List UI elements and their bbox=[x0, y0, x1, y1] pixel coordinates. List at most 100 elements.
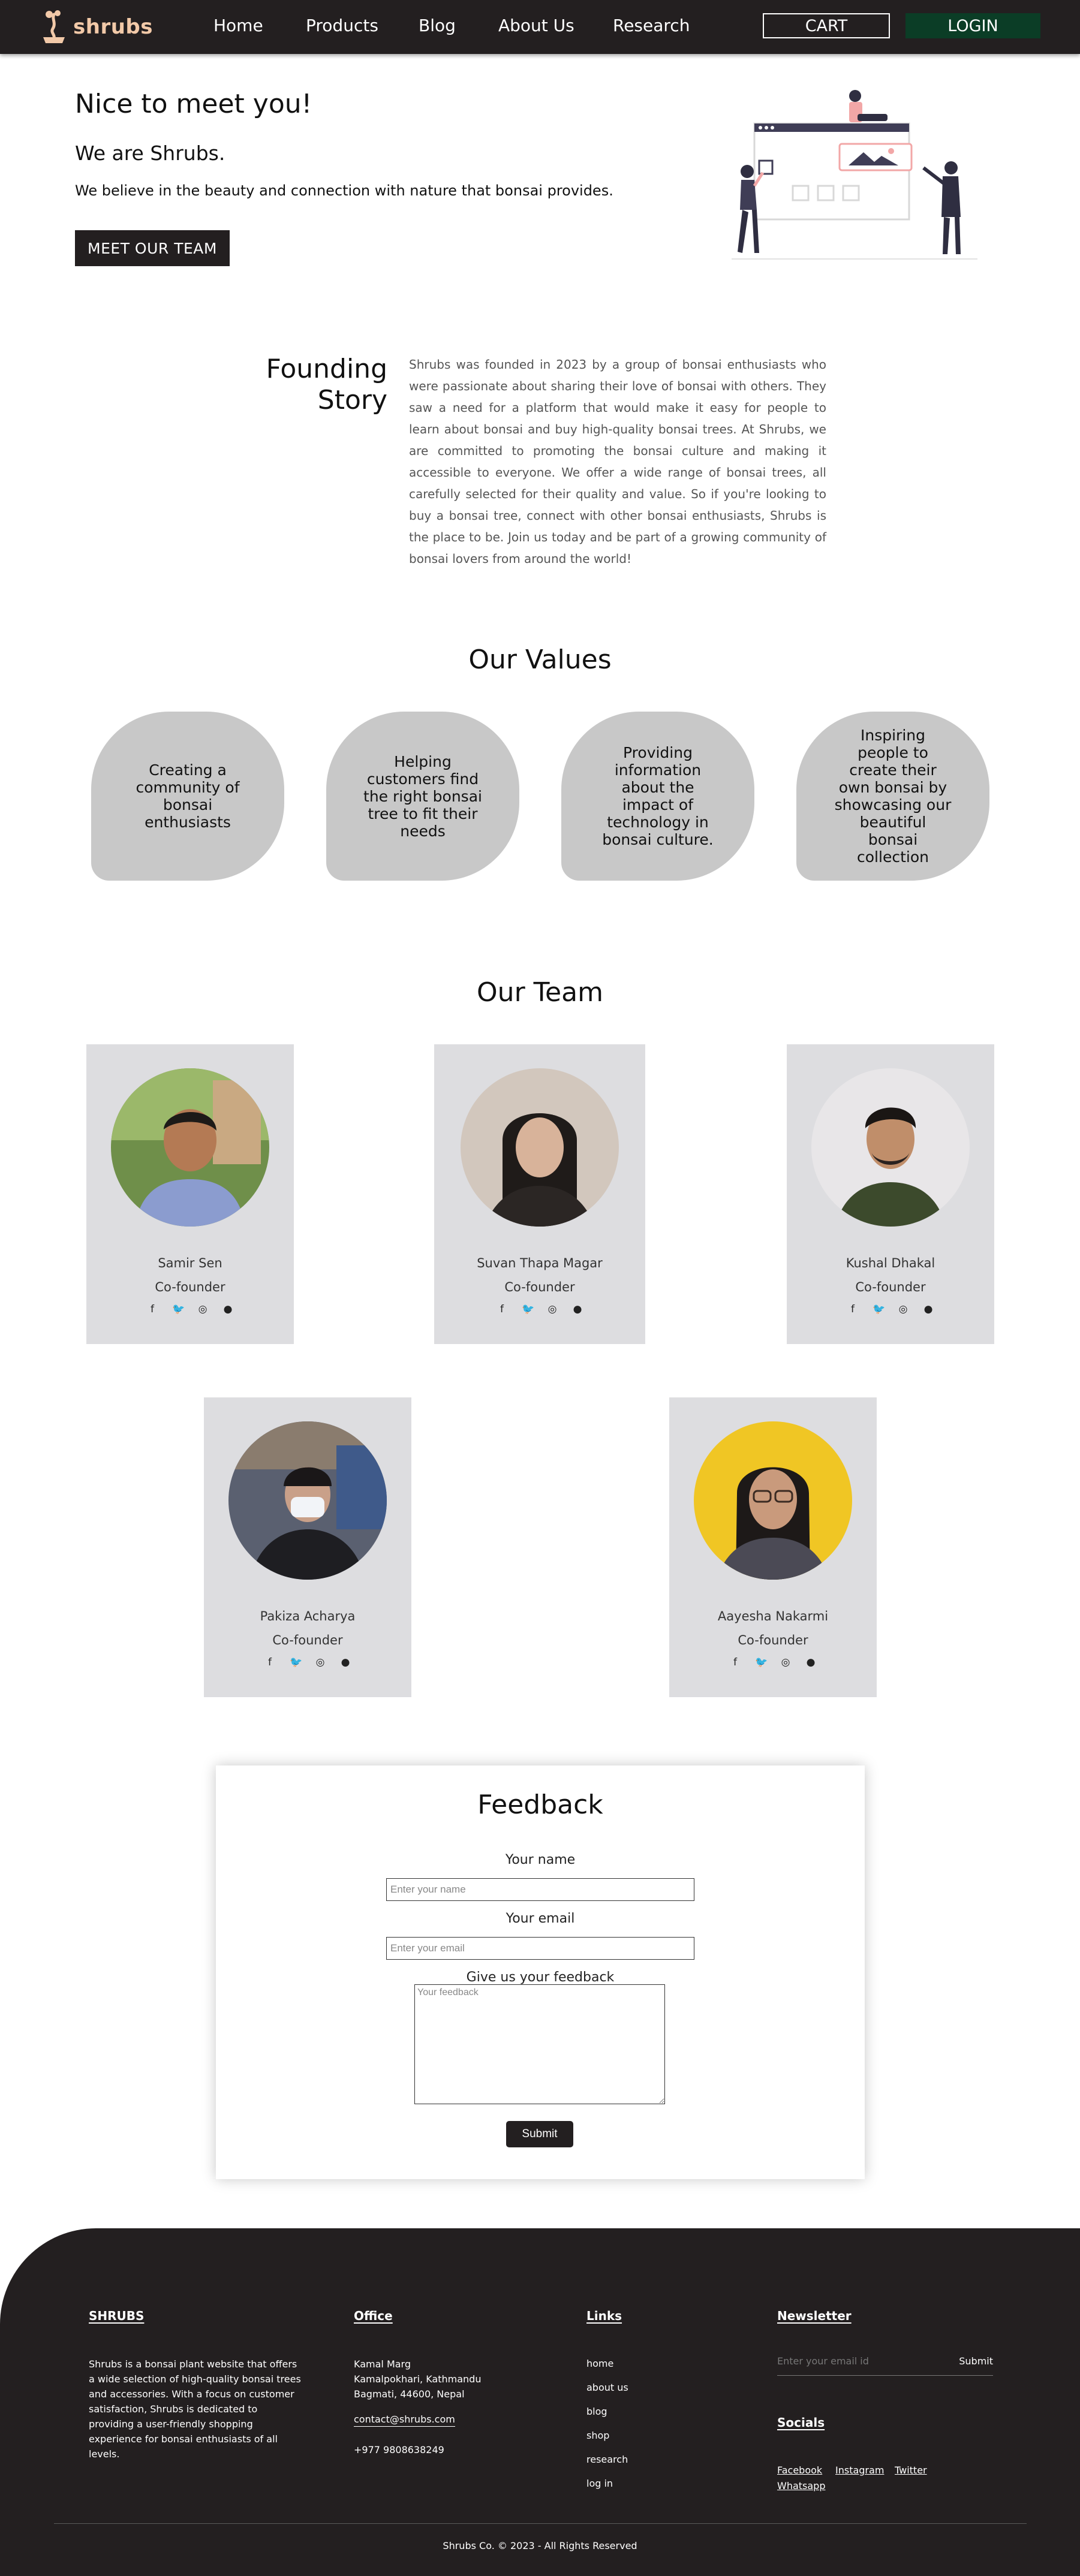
founding-story-text: Shrubs was founded in 2023 by a group of… bbox=[409, 357, 826, 566]
name-input[interactable] bbox=[386, 1878, 694, 1901]
team-card: Aayesha Nakarmi Co-founder f 🐦 ◎ ● bbox=[669, 1397, 877, 1697]
footer-brand-heading: SHRUBS bbox=[89, 2309, 145, 2323]
github-icon[interactable]: ● bbox=[923, 1303, 934, 1315]
member-role: Co-founder bbox=[504, 1280, 575, 1294]
facebook-icon[interactable]: f bbox=[497, 1303, 507, 1315]
member-name: Suvan Thapa Magar bbox=[477, 1256, 603, 1270]
footer-link-home[interactable]: home bbox=[586, 2358, 613, 2369]
team-card: Pakiza Acharya Co-founder f 🐦 ◎ ● bbox=[204, 1397, 411, 1697]
footer-social-whatsapp[interactable]: Whatsapp bbox=[777, 2480, 826, 2491]
member-name: Samir Sen bbox=[158, 1256, 222, 1270]
facebook-icon[interactable]: f bbox=[847, 1303, 858, 1315]
twitter-icon[interactable]: 🐦 bbox=[873, 1303, 885, 1315]
team-title: Our Team bbox=[477, 977, 603, 1008]
instagram-icon[interactable]: ◎ bbox=[547, 1303, 558, 1315]
value-card-inspiring: Inspiring people to create their own bon… bbox=[796, 712, 989, 881]
github-icon[interactable]: ● bbox=[222, 1303, 233, 1315]
login-button[interactable]: LOGIN bbox=[905, 13, 1040, 38]
brand-logo[interactable]: shrubs bbox=[38, 7, 153, 47]
feedback-textarea[interactable] bbox=[414, 1984, 665, 2104]
team-card: Suvan Thapa Magar Co-founder f 🐦 ◎ ● bbox=[434, 1044, 645, 1344]
avatar bbox=[811, 1068, 970, 1227]
github-icon[interactable]: ● bbox=[572, 1303, 583, 1315]
brand-name: shrubs bbox=[73, 15, 153, 39]
instagram-icon[interactable]: ◎ bbox=[780, 1656, 791, 1668]
newsletter-email-input[interactable]: Enter your email id bbox=[777, 2355, 869, 2367]
value-card-community: Creating a community of bonsai enthusias… bbox=[91, 712, 284, 881]
feedback-form: Feedback Your name Your email Give us yo… bbox=[216, 1765, 865, 2179]
nav-blog[interactable]: Blog bbox=[419, 16, 456, 35]
member-photo bbox=[461, 1068, 619, 1227]
instagram-icon[interactable]: ◎ bbox=[898, 1303, 908, 1315]
email-label: Your email bbox=[506, 1911, 575, 1926]
hero-title: Nice to meet you! bbox=[75, 89, 312, 119]
instagram-icon[interactable]: ◎ bbox=[315, 1656, 326, 1668]
member-role: Co-founder bbox=[738, 1633, 808, 1647]
github-icon[interactable]: ● bbox=[340, 1656, 351, 1668]
team-presentation-illustration bbox=[732, 90, 977, 260]
newsletter-form: Enter your email id Submit bbox=[777, 2355, 993, 2376]
member-photo bbox=[228, 1421, 387, 1580]
feedback-submit-button[interactable]: Submit bbox=[506, 2121, 573, 2147]
social-links: f 🐦 ◎ ● bbox=[86, 1303, 294, 1315]
footer-office-heading: Office bbox=[354, 2309, 393, 2323]
github-icon[interactable]: ● bbox=[805, 1656, 816, 1668]
team-card: Samir Sen Co-founder f 🐦 ◎ ● bbox=[86, 1044, 294, 1344]
footer-social-twitter[interactable]: Twitter bbox=[895, 2464, 927, 2476]
navbar: shrubs Home Products Blog About Us Resea… bbox=[0, 0, 1080, 54]
founding-story-title: Founding Story bbox=[266, 354, 387, 415]
facebook-icon[interactable]: f bbox=[730, 1656, 741, 1668]
member-role: Co-founder bbox=[855, 1280, 926, 1294]
member-photo bbox=[811, 1068, 970, 1227]
team-card: Kushal Dhakal Co-founder f 🐦 ◎ ● bbox=[787, 1044, 994, 1344]
twitter-icon[interactable]: 🐦 bbox=[522, 1303, 534, 1315]
member-role: Co-founder bbox=[272, 1633, 343, 1647]
social-links: f 🐦 ◎ ● bbox=[787, 1303, 994, 1315]
footer-address-line-2: Kamalpokhari, Kathmandu bbox=[354, 2373, 482, 2385]
feedback-label: Give us your feedback bbox=[466, 1970, 615, 1985]
footer-email-link[interactable]: contact@shrubs.com bbox=[354, 2413, 455, 2427]
footer-link-research[interactable]: research bbox=[586, 2454, 628, 2465]
feedback-title: Feedback bbox=[477, 1789, 603, 1820]
nav-research[interactable]: Research bbox=[613, 16, 690, 35]
avatar bbox=[694, 1421, 852, 1580]
footer-link-log-in[interactable]: log in bbox=[586, 2478, 613, 2489]
footer-link-blog[interactable]: blog bbox=[586, 2406, 607, 2417]
member-name: Pakiza Acharya bbox=[260, 1609, 356, 1623]
footer-newsletter-heading: Newsletter bbox=[777, 2309, 852, 2323]
footer-address-line-3: Bagmati, 44600, Nepal bbox=[354, 2388, 465, 2400]
footer: SHRUBS Shrubs is a bonsai plant website … bbox=[0, 2228, 1080, 2576]
facebook-icon[interactable]: f bbox=[264, 1656, 275, 1668]
footer-social-instagram[interactable]: Instagram bbox=[835, 2464, 884, 2476]
footer-link-about-us[interactable]: about us bbox=[586, 2382, 628, 2393]
copyright: Shrubs Co. © 2023 - All Rights Reserved bbox=[443, 2540, 637, 2551]
nav-home[interactable]: Home bbox=[213, 16, 263, 35]
footer-social-facebook[interactable]: Facebook bbox=[777, 2464, 822, 2476]
member-role: Co-founder bbox=[155, 1280, 225, 1294]
newsletter-submit-button[interactable]: Submit bbox=[959, 2355, 993, 2367]
footer-divider bbox=[54, 2523, 1027, 2524]
cart-button[interactable]: CART bbox=[763, 13, 890, 38]
social-links: f 🐦 ◎ ● bbox=[434, 1303, 645, 1315]
social-links: f 🐦 ◎ ● bbox=[669, 1656, 877, 1668]
email-input[interactable] bbox=[386, 1937, 694, 1960]
name-label: Your name bbox=[505, 1852, 576, 1867]
footer-link-shop[interactable]: shop bbox=[586, 2430, 609, 2441]
member-name: Aayesha Nakarmi bbox=[717, 1609, 829, 1623]
avatar bbox=[228, 1421, 387, 1580]
facebook-icon[interactable]: f bbox=[147, 1303, 158, 1315]
meet-our-team-button[interactable]: MEET OUR TEAM bbox=[75, 230, 230, 266]
twitter-icon[interactable]: 🐦 bbox=[290, 1656, 302, 1668]
twitter-icon[interactable]: 🐦 bbox=[755, 1656, 768, 1668]
nav-products[interactable]: Products bbox=[306, 16, 378, 35]
nav-about-us[interactable]: About Us bbox=[498, 16, 574, 35]
footer-address-line-1: Kamal Marg bbox=[354, 2358, 411, 2370]
twitter-icon[interactable]: 🐦 bbox=[172, 1303, 185, 1315]
social-links: f 🐦 ◎ ● bbox=[204, 1656, 411, 1668]
avatar bbox=[111, 1068, 269, 1227]
member-name: Kushal Dhakal bbox=[846, 1256, 935, 1270]
value-card-help-customers: Helping customers find the right bonsai … bbox=[326, 712, 519, 881]
instagram-icon[interactable]: ◎ bbox=[197, 1303, 208, 1315]
footer-socials-heading: Socials bbox=[777, 2415, 825, 2430]
hero-subtitle: We are Shrubs. bbox=[75, 141, 225, 165]
